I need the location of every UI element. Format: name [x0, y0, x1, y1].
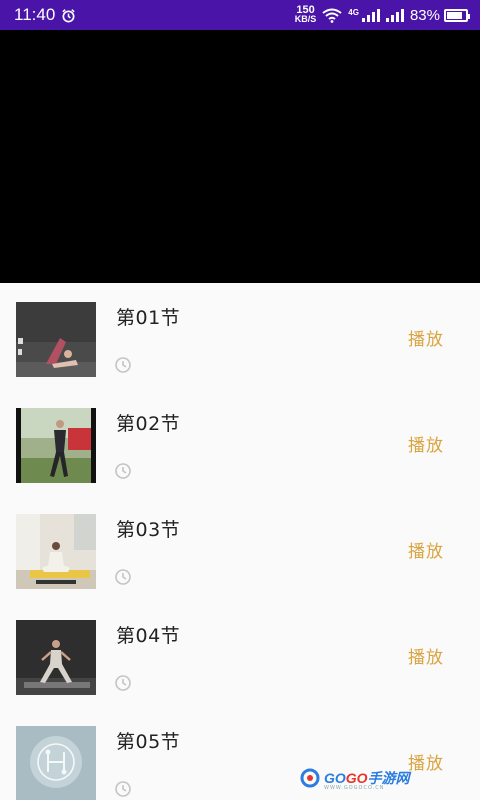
gogo-logo-icon: [300, 768, 320, 788]
lesson-item[interactable]: 第04节 播放: [0, 601, 480, 707]
network-type: 4G: [348, 8, 359, 17]
lesson-item[interactable]: 第01节 播放: [0, 283, 480, 389]
play-button[interactable]: 播放: [408, 431, 444, 456]
play-button[interactable]: 播放: [408, 749, 444, 774]
network-speed-unit: KB/S: [294, 14, 317, 24]
battery-fill: [447, 11, 462, 19]
clock-icon: [115, 675, 131, 691]
status-left: 11:40: [14, 5, 76, 25]
battery-icon: [444, 8, 470, 22]
lesson-item[interactable]: 第02节 播放: [0, 389, 480, 495]
clock-icon: [115, 357, 131, 373]
lesson-title: 第03节: [116, 519, 181, 541]
lesson-thumbnail[interactable]: [16, 620, 96, 695]
clock-icon: [115, 781, 131, 797]
signal-icon-2: [385, 8, 404, 22]
lesson-item[interactable]: 第03节 播放: [0, 495, 480, 601]
clock-icon: [115, 569, 131, 585]
battery-indicator: 83%: [409, 6, 470, 24]
watermark-url: WWW.GOGOCO.CN: [324, 785, 385, 791]
network-speed: 150 KB/S: [294, 5, 317, 24]
signal-icon-1: 4G: [348, 8, 380, 22]
lesson-thumbnail[interactable]: [16, 726, 96, 800]
battery-percent: 83%: [409, 6, 440, 24]
lesson-thumbnail[interactable]: [16, 408, 96, 483]
lesson-title: 第04节: [116, 625, 181, 647]
wifi-icon: [322, 8, 342, 23]
play-button[interactable]: 播放: [408, 643, 444, 668]
lesson-thumbnail[interactable]: [16, 302, 96, 377]
play-button[interactable]: 播放: [408, 325, 444, 350]
status-bar: 11:40 150 KB/S 4G 83%: [0, 0, 480, 30]
alarm-icon: [62, 8, 75, 22]
clock-icon: [115, 463, 131, 479]
lesson-title: 第01节: [116, 307, 181, 329]
lesson-thumbnail[interactable]: [16, 514, 96, 589]
lesson-title: 第02节: [116, 413, 181, 435]
lesson-title: 第05节: [116, 731, 181, 753]
video-player[interactable]: [0, 30, 480, 283]
watermark-logo: GOGO手游网 WWW.GOGOCO.CN: [300, 768, 410, 791]
status-time: 11:40: [14, 5, 56, 24]
play-button[interactable]: 播放: [408, 537, 444, 562]
status-right: 150 KB/S 4G 83%: [294, 5, 470, 24]
lesson-list[interactable]: 第01节 播放 第02节 播放 第03节 播放 第04节 播放 第05节 播放: [0, 283, 480, 800]
